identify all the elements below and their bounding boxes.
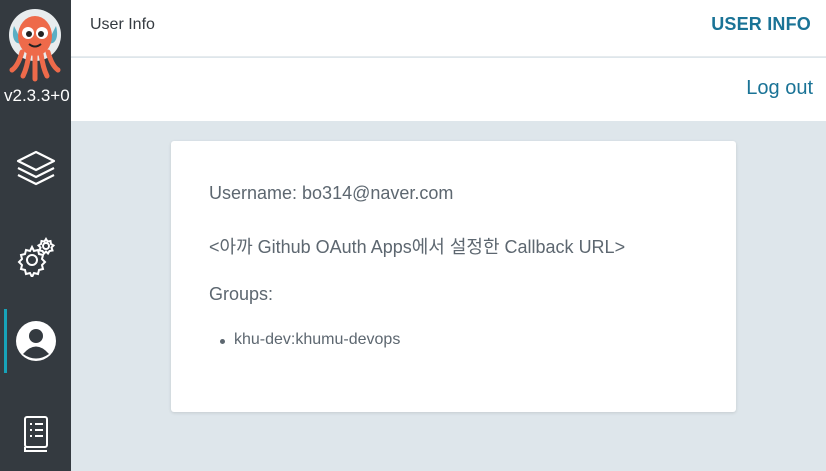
groups-list: khu-dev:khumu-devops: [220, 331, 400, 349]
logout-button[interactable]: Log out: [746, 77, 813, 100]
user-circle-icon: [15, 321, 56, 361]
gears-icon: [17, 237, 55, 277]
user-info-card: Username: bo314@naver.com <아까 Github OAu…: [171, 141, 736, 412]
sidebar-item-docs[interactable]: [0, 402, 71, 466]
layers-icon: [16, 150, 55, 186]
list-item: khu-dev:khumu-devops: [220, 331, 400, 349]
sidebar: v2.3.3+0: [0, 0, 71, 471]
page-title: User Info: [90, 16, 155, 33]
toolbar: Log out: [71, 58, 826, 121]
version-label: v2.3.3+0: [4, 86, 70, 105]
top-bar: User Info USER INFO: [71, 0, 826, 57]
issuer-line: <아까 Github OAuth Apps에서 설정한 Callback URL…: [209, 237, 626, 257]
argo-logo[interactable]: [4, 6, 66, 84]
groups-label: Groups:: [209, 284, 274, 304]
sidebar-item-user-info[interactable]: [0, 309, 71, 373]
book-icon: [23, 416, 48, 452]
breadcrumb[interactable]: USER INFO: [711, 14, 811, 35]
sidebar-item-settings[interactable]: [0, 224, 71, 288]
username-line: Username: bo314@naver.com: [209, 183, 454, 203]
sidebar-item-applications[interactable]: [0, 136, 71, 200]
